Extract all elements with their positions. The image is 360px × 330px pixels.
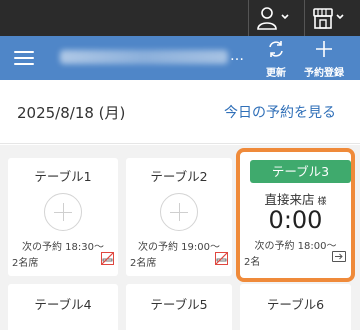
menu-button[interactable] bbox=[14, 51, 34, 65]
next-reservation: 次の予約 18:30〜 bbox=[22, 242, 104, 253]
add-reservation-circle-icon[interactable] bbox=[44, 193, 82, 231]
seat-count: 2名席 bbox=[130, 258, 157, 269]
store-icon bbox=[313, 8, 333, 29]
user-icon bbox=[257, 7, 277, 30]
table-card-2[interactable]: テーブル2 次の予約 19:00〜 2名席 bbox=[126, 158, 232, 276]
current-date: 2025/8/18 (月) bbox=[17, 104, 126, 122]
next-reservation: 次の予約 19:00〜 bbox=[138, 242, 220, 253]
add-reservation-circle-icon[interactable] bbox=[160, 193, 198, 231]
table-card-4[interactable]: テーブル4 bbox=[8, 284, 118, 330]
store-name-title bbox=[60, 50, 228, 64]
refresh-label: 更新 bbox=[266, 68, 286, 79]
table-card-5[interactable]: テーブル5 bbox=[126, 284, 232, 330]
selected-table-highlight bbox=[236, 148, 355, 282]
plus-icon bbox=[316, 41, 332, 57]
table-card-6[interactable]: テーブル6 bbox=[240, 284, 351, 330]
table-name: テーブル6 bbox=[266, 297, 325, 312]
seat-count: 2名席 bbox=[12, 258, 39, 269]
refresh-icon bbox=[269, 41, 283, 57]
chevron-down-icon bbox=[281, 14, 289, 20]
refresh-button[interactable]: 更新 bbox=[262, 39, 290, 79]
table-name: テーブル1 bbox=[34, 169, 92, 184]
table-card-1[interactable]: テーブル1 次の予約 18:30〜 2名席 bbox=[8, 158, 118, 276]
today-reservations-link[interactable]: 今日の予約を見る bbox=[224, 102, 336, 122]
table-name: テーブル5 bbox=[150, 297, 208, 312]
title-ellipsis: … bbox=[230, 48, 245, 64]
table-name: テーブル4 bbox=[34, 297, 92, 312]
add-reservation-label: 予約登録 bbox=[304, 68, 344, 79]
divider bbox=[248, 0, 249, 36]
table-name: テーブル2 bbox=[150, 169, 208, 184]
no-smoking-icon bbox=[101, 252, 114, 265]
no-smoking-icon bbox=[215, 252, 228, 265]
app-header: … 更新 予約登録 bbox=[0, 36, 360, 80]
date-bar: 2025/8/18 (月) 今日の予約を見る bbox=[0, 80, 360, 144]
divider bbox=[304, 0, 305, 36]
top-bar bbox=[0, 0, 360, 36]
user-menu-button[interactable] bbox=[256, 5, 296, 31]
add-reservation-button[interactable]: 予約登録 bbox=[301, 39, 347, 79]
store-menu-button[interactable] bbox=[311, 5, 351, 31]
chevron-down-icon bbox=[336, 14, 344, 20]
